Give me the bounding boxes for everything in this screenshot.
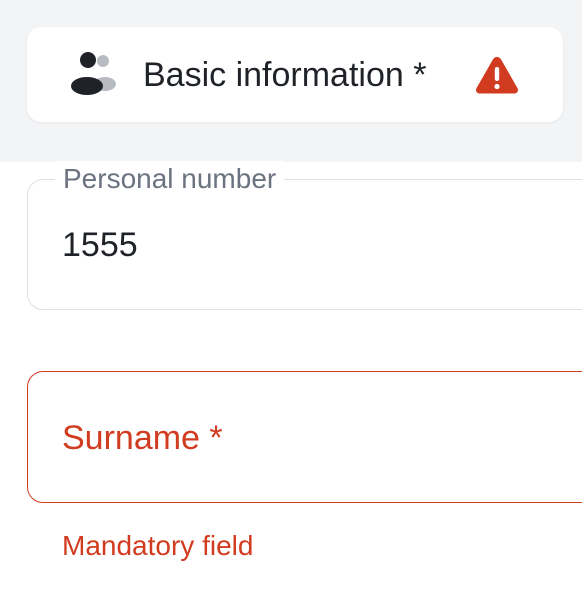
person-group-icon <box>68 50 118 96</box>
warning-icon <box>474 54 520 96</box>
personal-number-value[interactable]: 1555 <box>62 225 138 265</box>
tab-label: Basic information * <box>143 56 427 94</box>
personal-number-label: Personal number <box>55 161 285 197</box>
surname-label: Surname * <box>62 419 223 457</box>
surname-error-message: Mandatory field <box>62 530 254 561</box>
